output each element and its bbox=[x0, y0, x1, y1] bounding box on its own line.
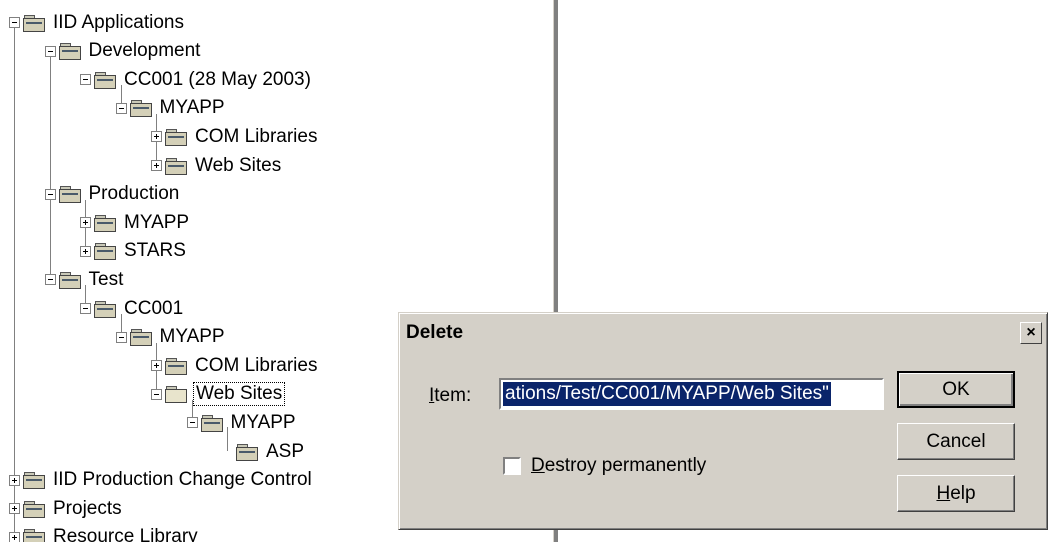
folder-icon bbox=[94, 214, 116, 232]
tree-node[interactable]: Projects bbox=[9, 494, 124, 523]
folder-icon bbox=[165, 128, 187, 146]
cancel-button[interactable]: Cancel bbox=[897, 423, 1015, 460]
tree-node[interactable]: COM Libraries bbox=[151, 122, 319, 151]
collapse-icon[interactable] bbox=[115, 102, 127, 114]
tree-node-label[interactable]: CC001 (28 May 2003) bbox=[122, 69, 313, 91]
tree-node-label[interactable]: Web Sites bbox=[193, 382, 286, 407]
expand-icon[interactable] bbox=[151, 131, 162, 143]
tree-node-label[interactable]: MYAPP bbox=[229, 412, 298, 434]
folder-icon bbox=[58, 271, 81, 289]
folder-icon bbox=[129, 99, 152, 118]
collapse-icon[interactable] bbox=[115, 331, 127, 343]
tree-node[interactable]: MYAPP bbox=[115, 94, 227, 123]
folder-icon bbox=[23, 528, 45, 542]
tree-connector bbox=[49, 56, 51, 280]
close-button[interactable]: × bbox=[1020, 322, 1042, 344]
tree-node-label[interactable]: COM Libraries bbox=[193, 355, 319, 377]
collapse-icon[interactable] bbox=[80, 74, 91, 86]
tree-node[interactable]: IID Production Change Control bbox=[9, 466, 314, 495]
tree-node[interactable]: COM Libraries bbox=[151, 351, 319, 380]
folder-icon bbox=[58, 42, 81, 61]
tree-node-label[interactable]: Production bbox=[87, 183, 182, 205]
folder-icon bbox=[94, 242, 116, 261]
destroy-permanently-label: Destroy permanently bbox=[531, 455, 707, 476]
tree-node[interactable]: Test bbox=[44, 265, 126, 294]
folder-icon bbox=[236, 443, 258, 461]
tree-node-label[interactable]: Web Sites bbox=[193, 155, 283, 177]
tree-node[interactable]: IID Applications bbox=[9, 8, 186, 37]
tree-node[interactable]: MYAPP bbox=[115, 323, 227, 352]
tree-node[interactable]: MYAPP bbox=[80, 208, 191, 237]
expand-icon[interactable] bbox=[9, 503, 20, 515]
folder-icon bbox=[165, 157, 187, 175]
tree-node-label[interactable]: COM Libraries bbox=[193, 126, 319, 148]
folder-icon bbox=[23, 471, 45, 490]
folder-icon bbox=[165, 357, 187, 375]
help-button[interactable]: Help bbox=[897, 475, 1015, 512]
expand-icon[interactable] bbox=[151, 360, 162, 372]
folder-icon bbox=[129, 328, 152, 347]
folder-icon bbox=[23, 500, 45, 518]
tree-node[interactable]: Development bbox=[44, 37, 203, 66]
folder-icon bbox=[200, 414, 223, 432]
collapse-icon[interactable] bbox=[44, 188, 56, 200]
tree-node[interactable]: Web Sites bbox=[151, 151, 283, 180]
expand-icon[interactable] bbox=[9, 531, 20, 542]
tree-connector bbox=[14, 28, 15, 537]
destroy-permanently-option[interactable]: Destroy permanently bbox=[503, 455, 706, 477]
tree-node[interactable]: CC001 bbox=[80, 294, 185, 323]
tree-node[interactable]: ASP bbox=[222, 437, 306, 466]
tree-node[interactable]: Production bbox=[44, 180, 182, 209]
tree-node[interactable]: CC001 (28 May 2003) bbox=[80, 65, 313, 94]
tree-node-label[interactable]: MYAPP bbox=[122, 212, 191, 234]
tree-node-label[interactable]: MYAPP bbox=[158, 326, 227, 348]
tree-node-label[interactable]: MYAPP bbox=[158, 97, 227, 119]
collapse-icon[interactable] bbox=[44, 274, 56, 286]
tree-node[interactable]: MYAPP bbox=[186, 408, 298, 437]
tree-node-label[interactable]: Test bbox=[87, 269, 126, 291]
item-field[interactable]: ations/Test/CC001/MYAPP/Web Sites" bbox=[499, 378, 884, 410]
open-folder-icon bbox=[165, 385, 187, 404]
expand-icon[interactable] bbox=[9, 474, 20, 486]
tree-node-label[interactable]: IID Applications bbox=[51, 12, 186, 34]
expand-icon[interactable] bbox=[80, 217, 91, 229]
tree-node-label[interactable]: Resource Library bbox=[51, 526, 200, 542]
tree-node[interactable]: STARS bbox=[80, 237, 188, 266]
collapse-icon[interactable] bbox=[9, 17, 20, 28]
collapse-icon[interactable] bbox=[44, 45, 56, 57]
dialog-title: Delete bbox=[406, 322, 464, 343]
destroy-permanently-checkbox[interactable] bbox=[503, 457, 521, 475]
tree-node[interactable]: Resource Library bbox=[9, 523, 200, 542]
folder-icon bbox=[94, 300, 116, 318]
tree-node-label[interactable]: STARS bbox=[122, 240, 188, 262]
expand-icon[interactable] bbox=[80, 245, 91, 257]
close-icon: × bbox=[1026, 324, 1036, 341]
item-label: Item: bbox=[429, 385, 472, 406]
folder-icon bbox=[23, 14, 45, 32]
collapse-icon[interactable] bbox=[80, 303, 91, 314]
delete-dialog: Delete × Item: ations/Test/CC001/MYAPP/W… bbox=[398, 312, 1048, 530]
tree-node-label[interactable]: ASP bbox=[264, 441, 306, 463]
item-field-value: ations/Test/CC001/MYAPP/Web Sites" bbox=[503, 382, 831, 406]
dialog-titlebar[interactable]: Delete × bbox=[402, 316, 1044, 350]
expand-icon[interactable] bbox=[151, 160, 162, 171]
collapse-icon[interactable] bbox=[186, 417, 198, 429]
folder-icon bbox=[58, 185, 81, 204]
tree-node-label[interactable]: Projects bbox=[51, 498, 124, 520]
tree-node-label[interactable]: IID Production Change Control bbox=[51, 469, 314, 491]
ok-button[interactable]: OK bbox=[897, 371, 1015, 408]
folder-icon bbox=[94, 71, 116, 89]
tree-node-label[interactable]: CC001 bbox=[122, 298, 185, 320]
tree-node-label[interactable]: Development bbox=[87, 40, 203, 62]
collapse-icon[interactable] bbox=[151, 388, 162, 400]
tree-node[interactable]: Web Sites bbox=[151, 380, 286, 409]
